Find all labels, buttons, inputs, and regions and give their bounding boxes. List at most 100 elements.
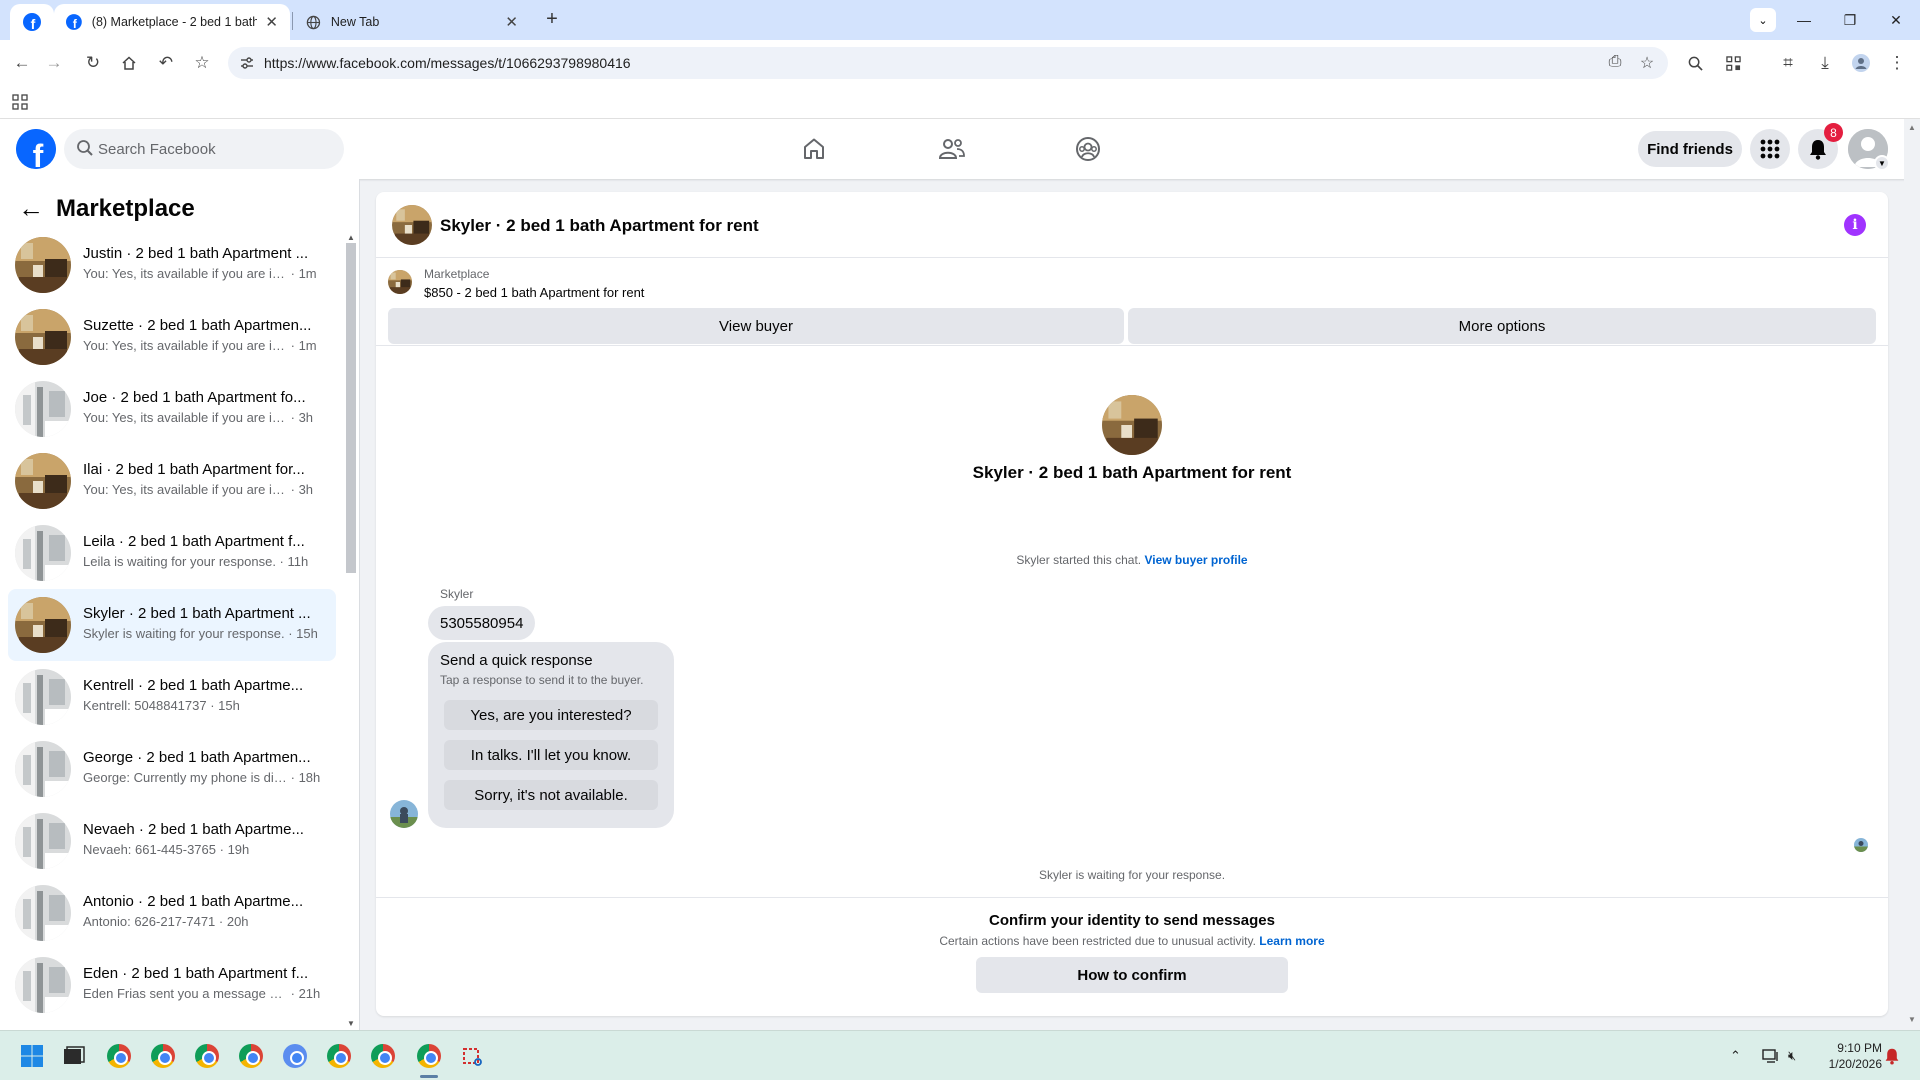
home-icon[interactable] bbox=[115, 49, 143, 77]
listing-title[interactable]: $850 - 2 bed 1 bath Apartment for rent bbox=[424, 285, 644, 300]
quick-response-in-talks-button[interactable]: In talks. I'll let you know. bbox=[444, 740, 658, 770]
volume-muted-icon[interactable]: 🔇︎ bbox=[1788, 1031, 1796, 1080]
chrome-icon[interactable] bbox=[324, 1041, 354, 1071]
conversation-item[interactable]: Skyler · 2 bed 1 bath Apartment ... Skyle… bbox=[8, 589, 336, 661]
scroll-down-icon[interactable]: ▼ bbox=[346, 1019, 356, 1028]
menu-kebab-icon[interactable]: ⋮ bbox=[1883, 49, 1911, 77]
site-settings-icon[interactable] bbox=[236, 53, 258, 73]
tab-new-tab[interactable]: New Tab ✕ bbox=[294, 4, 530, 40]
page-scrollbar[interactable]: ▲ ▼ bbox=[1904, 119, 1920, 1030]
search-input[interactable] bbox=[98, 129, 338, 169]
chrome-icon[interactable] bbox=[104, 1041, 134, 1071]
chat-avatar[interactable] bbox=[392, 205, 432, 245]
notification-bell-icon[interactable] bbox=[1884, 1031, 1900, 1080]
address-bar[interactable]: https://www.facebook.com/messages/t/1066… bbox=[228, 47, 1668, 79]
scroll-up-icon[interactable]: ▲ bbox=[1904, 123, 1920, 132]
tray-chevron-up-icon[interactable]: ⌃ bbox=[1730, 1031, 1741, 1080]
chrome-icon[interactable] bbox=[280, 1041, 310, 1071]
conversation-item[interactable]: George · 2 bed 1 bath Apartmen... George:… bbox=[8, 733, 336, 805]
scroll-down-icon[interactable]: ▼ bbox=[1904, 1015, 1920, 1024]
apps-grid-icon[interactable] bbox=[12, 94, 28, 115]
new-tab-button[interactable]: + bbox=[540, 8, 564, 31]
conversation-preview-row: Leila is waiting for your response. · 11… bbox=[83, 554, 328, 569]
listing-thumbnail[interactable] bbox=[388, 270, 412, 294]
undo-icon[interactable]: ↶ bbox=[152, 49, 180, 77]
bookmark-star-icon[interactable]: ☆ bbox=[1636, 53, 1658, 73]
close-window-icon[interactable]: ✕ bbox=[1874, 6, 1918, 34]
view-buyer-button[interactable]: View buyer bbox=[388, 308, 1124, 344]
learn-more-link[interactable]: Learn more bbox=[1259, 934, 1324, 948]
profile-icon[interactable] bbox=[1847, 49, 1875, 77]
nav-groups[interactable] bbox=[1068, 129, 1108, 169]
conversation-title: Justin · 2 bed 1 bath Apartment ... bbox=[83, 245, 309, 262]
restore-icon[interactable]: ❐ bbox=[1828, 6, 1872, 34]
start-windows-icon[interactable] bbox=[17, 1041, 47, 1071]
close-tab-icon[interactable]: ✕ bbox=[265, 13, 278, 31]
conversation-item[interactable]: Leila · 2 bed 1 bath Apartment f... Leila… bbox=[8, 517, 336, 589]
menu-button[interactable] bbox=[1750, 129, 1790, 169]
sidebar-scrollbar[interactable]: ▲ ▼ bbox=[346, 233, 356, 1030]
reload-icon[interactable]: ↻ bbox=[79, 49, 107, 77]
nav-home[interactable] bbox=[794, 129, 834, 169]
scroll-up-icon[interactable]: ▲ bbox=[346, 233, 356, 242]
conversation-panel: Skyler · 2 bed 1 bath Apartment for rent… bbox=[376, 192, 1888, 1016]
find-friends-button[interactable]: Find friends bbox=[1638, 131, 1742, 167]
back-arrow-icon[interactable]: ← bbox=[18, 193, 48, 224]
chevron-down-icon[interactable]: ▼ bbox=[1874, 155, 1890, 171]
close-tab-icon[interactable]: ✕ bbox=[505, 13, 518, 31]
chrome-icon[interactable] bbox=[368, 1041, 398, 1071]
nav-friends[interactable] bbox=[932, 129, 972, 169]
pinned-facebook-tab[interactable]: f bbox=[10, 4, 54, 40]
quick-response-title: Send a quick response bbox=[440, 652, 593, 669]
conversation-preview: George: Currently my phone is dis... bbox=[83, 770, 287, 785]
conversation-item[interactable]: Nevaeh · 2 bed 1 bath Apartme... Nevaeh: … bbox=[8, 805, 336, 877]
quick-response-not-available-button[interactable]: Sorry, it's not available. bbox=[444, 780, 658, 810]
task-view-icon[interactable] bbox=[59, 1041, 89, 1071]
url-text[interactable]: https://www.facebook.com/messages/t/1066… bbox=[264, 55, 631, 71]
chrome-icon[interactable] bbox=[148, 1041, 178, 1071]
sender-avatar[interactable] bbox=[390, 800, 418, 828]
conversation-title: Joe · 2 bed 1 bath Apartment fo... bbox=[83, 389, 306, 406]
conversation-item[interactable]: Justin · 2 bed 1 bath Apartment ... You: … bbox=[8, 229, 336, 301]
chrome-icon[interactable] bbox=[414, 1041, 444, 1071]
conversation-item[interactable]: Kentrell · 2 bed 1 bath Apartme... Kentre… bbox=[8, 661, 336, 733]
taskbar-clock[interactable]: 9:10 PM 1/20/2026 bbox=[1820, 1040, 1882, 1072]
conversation-avatar[interactable] bbox=[1102, 395, 1162, 455]
scrollbar-thumb[interactable] bbox=[346, 243, 356, 573]
more-options-button[interactable]: More options bbox=[1128, 308, 1876, 344]
network-icon[interactable] bbox=[1762, 1031, 1780, 1080]
download-icon[interactable]: ⤓ bbox=[1811, 49, 1839, 77]
chrome-icon[interactable] bbox=[236, 1041, 266, 1071]
tab-search-chevron-icon[interactable]: ⌄ bbox=[1750, 8, 1776, 32]
info-icon[interactable]: i bbox=[1844, 214, 1866, 236]
snipping-tool-icon[interactable] bbox=[458, 1041, 488, 1071]
back-arrow-icon[interactable]: ← bbox=[8, 49, 36, 77]
crop-icon[interactable]: ⌗ bbox=[1774, 49, 1802, 77]
conversation-title: Ilai · 2 bed 1 bath Apartment for... bbox=[83, 461, 305, 478]
zoom-search-icon[interactable] bbox=[1681, 49, 1709, 77]
install-app-icon[interactable]: ⎙ bbox=[1604, 53, 1626, 71]
conversation-item[interactable]: Eden · 2 bed 1 bath Apartment f... Eden F… bbox=[8, 949, 336, 1021]
chrome-icon[interactable] bbox=[192, 1041, 222, 1071]
tab-marketplace[interactable]: f (8) Marketplace - 2 bed 1 bath ✕ bbox=[54, 4, 290, 40]
facebook-header: f Find friends 8 ▼ bbox=[0, 119, 1920, 179]
view-buyer-profile-link[interactable]: View buyer profile bbox=[1144, 553, 1247, 567]
how-to-confirm-button[interactable]: How to confirm bbox=[976, 957, 1288, 993]
forward-arrow-icon[interactable]: → bbox=[40, 49, 68, 77]
facebook-search-box[interactable] bbox=[64, 129, 344, 169]
quick-response-yes-button[interactable]: Yes, are you interested? bbox=[444, 700, 658, 730]
bookmark-star-icon[interactable]: ☆ bbox=[188, 49, 216, 77]
minimize-icon[interactable]: — bbox=[1782, 6, 1826, 34]
qr-code-icon[interactable] bbox=[1719, 49, 1747, 77]
chat-title[interactable]: Skyler · 2 bed 1 bath Apartment for rent bbox=[440, 216, 759, 236]
conversation-item[interactable]: Ilai · 2 bed 1 bath Apartment for... You:… bbox=[8, 445, 336, 517]
conversation-item[interactable]: Suzette · 2 bed 1 bath Apartmen... You: Y… bbox=[8, 301, 336, 373]
conversation-item[interactable]: Joe · 2 bed 1 bath Apartment fo... You: Y… bbox=[8, 373, 336, 445]
facebook-logo[interactable]: f bbox=[16, 129, 56, 169]
confirm-subtitle: Certain actions have been restricted due… bbox=[939, 934, 1256, 948]
tab-separator bbox=[292, 12, 293, 30]
message-bubble[interactable]: 5305580954 bbox=[428, 606, 536, 640]
conversation-time: 21h bbox=[298, 986, 321, 1001]
conversation-preview: Leila is waiting for your response. bbox=[83, 554, 276, 569]
conversation-item[interactable]: Antonio · 2 bed 1 bath Apartme... Antonio… bbox=[8, 877, 336, 949]
